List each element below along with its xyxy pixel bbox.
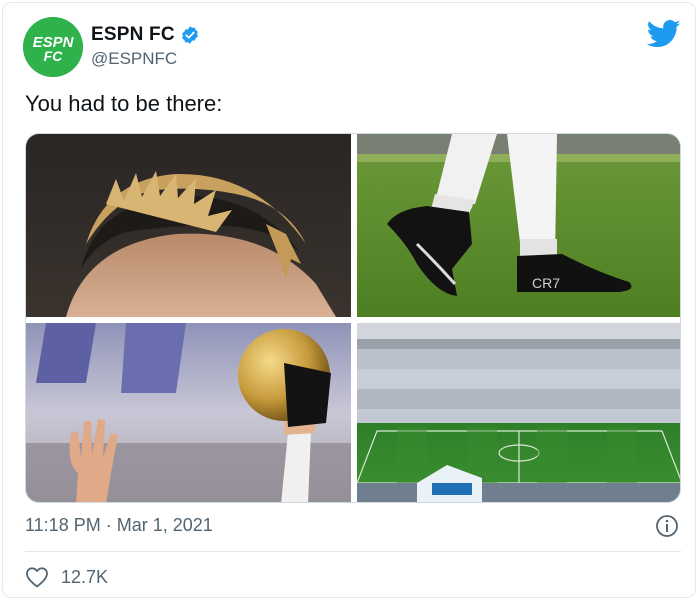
- boot-text: CR7: [532, 275, 560, 291]
- media-photo-stadium[interactable]: [357, 323, 680, 502]
- twitter-bird-icon[interactable]: [646, 19, 681, 49]
- tweet-date: Mar 1, 2021: [116, 515, 213, 535]
- info-icon[interactable]: [655, 514, 679, 538]
- like-button[interactable]: 12.7K: [25, 566, 108, 588]
- tweet-timestamp[interactable]: 11:18 PM · Mar 1, 2021: [25, 515, 213, 536]
- avatar-text-bottom: FC: [44, 48, 64, 64]
- media-photo-boots[interactable]: CR7: [357, 134, 680, 317]
- display-name[interactable]: ESPN FC: [91, 24, 175, 46]
- verified-badge-icon: [180, 25, 200, 45]
- media-photo-hair[interactable]: [26, 134, 351, 317]
- tweet-text: You had to be there:: [25, 91, 223, 116]
- meta-separator: ·: [105, 515, 112, 535]
- divider: [25, 551, 681, 552]
- tweet-time: 11:18 PM: [25, 515, 101, 535]
- media-grid: CR7: [25, 133, 681, 503]
- name-row: ESPN FC: [91, 24, 200, 46]
- like-count: 12.7K: [61, 566, 109, 587]
- handle[interactable]: @ESPNFC: [91, 49, 177, 69]
- avatar[interactable]: ESPN FC: [23, 17, 83, 77]
- media-photo-trophy[interactable]: [26, 323, 351, 502]
- heart-icon: [26, 567, 48, 588]
- tweet-card: ESPN FC ESPN FC @ESPNFC You had to be th…: [2, 2, 696, 598]
